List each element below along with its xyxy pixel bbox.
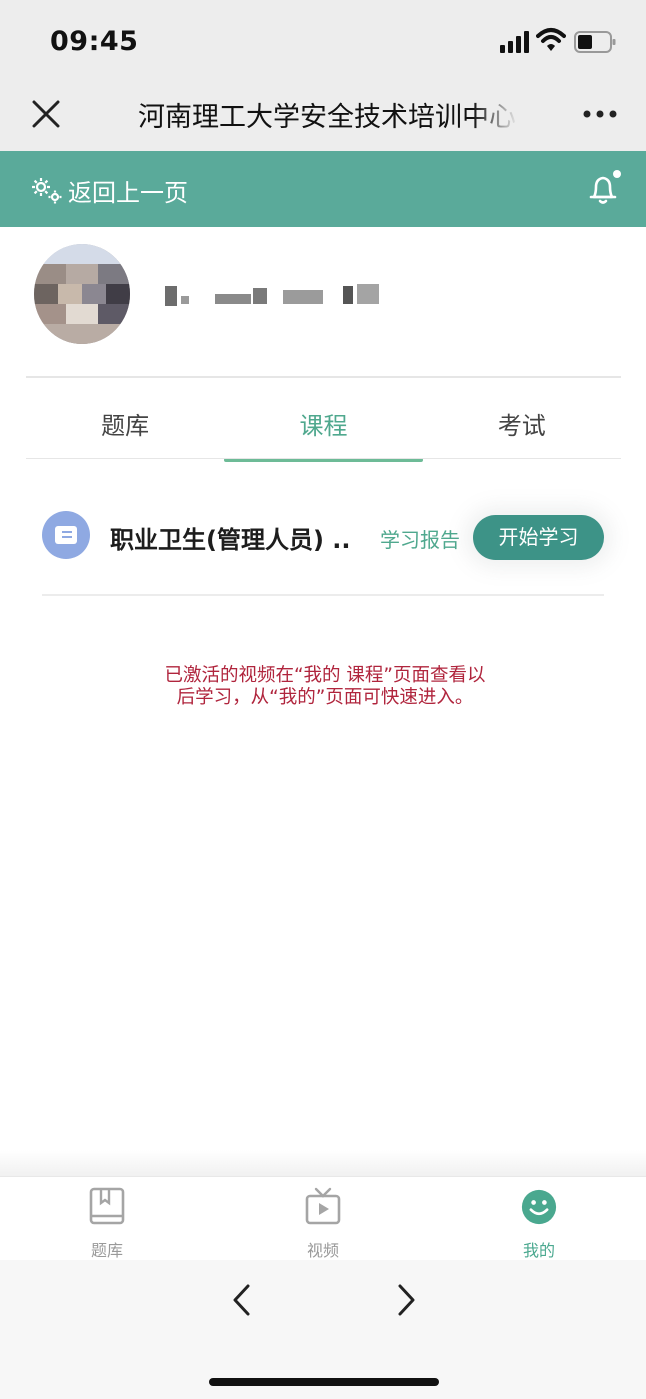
page-title: 河南理工大学安全技术培训中心 <box>138 102 516 133</box>
course-item: 职业卫生(管理人员) .. 学习报告 开始学习 <box>40 507 606 569</box>
bottom-shadow <box>0 1150 646 1178</box>
course-title[interactable]: 职业卫生(管理人员) .. <box>110 520 351 555</box>
user-name-redacted <box>165 284 385 310</box>
bottom-nav: 题库 视频 我的 <box>0 1176 646 1260</box>
more-icon[interactable] <box>582 108 618 120</box>
course-icon[interactable] <box>42 511 90 559</box>
nav-item-mine[interactable]: 我的 <box>499 1183 579 1260</box>
back-button[interactable]: 返回上一页 <box>30 173 188 208</box>
divider <box>26 458 621 459</box>
chevron-left-icon[interactable] <box>226 1280 256 1320</box>
divider <box>26 376 621 378</box>
back-label: 返回上一页 <box>68 179 188 207</box>
wifi-icon <box>536 28 566 51</box>
chevron-right-icon[interactable] <box>392 1280 422 1320</box>
home-indicator[interactable] <box>209 1378 439 1386</box>
tab-question-bank[interactable]: 题库 <box>26 390 224 460</box>
nav-label: 题库 <box>90 1241 123 1260</box>
signal-icon <box>500 31 529 53</box>
tab-exam[interactable]: 考试 <box>423 390 621 460</box>
avatar <box>34 244 130 344</box>
status-bar: 09:45 <box>0 0 646 82</box>
toolbar: 返回上一页 <box>0 151 646 227</box>
study-report-link[interactable]: 学习报告 <box>380 524 460 553</box>
nav-label: 视频 <box>306 1241 339 1260</box>
app-header: 河南理工大学安全技术培训中心 <box>0 82 646 151</box>
notice-text: 已激活的视频在“我的 课程”页面查看以后学习，从“我的”页面可快速进入。 <box>164 665 486 708</box>
divider <box>42 594 604 596</box>
browser-toolbar <box>0 1260 646 1399</box>
smile-icon <box>521 1189 557 1225</box>
tab-bar: 题库 课程 考试 <box>26 390 621 462</box>
gear-icon <box>32 177 62 203</box>
start-study-button[interactable]: 开始学习 <box>473 515 604 560</box>
tab-courses[interactable]: 课程 <box>224 390 423 462</box>
nav-item-video[interactable]: 视频 <box>283 1183 363 1260</box>
bell-icon[interactable] <box>584 169 624 209</box>
nav-label: 我的 <box>522 1241 555 1260</box>
nav-item-question-bank[interactable]: 题库 <box>67 1183 147 1260</box>
tv-icon <box>305 1187 341 1225</box>
status-time: 09:45 <box>50 26 139 57</box>
battery-icon <box>574 31 616 53</box>
close-icon[interactable] <box>30 98 62 130</box>
book-icon <box>89 1187 125 1225</box>
